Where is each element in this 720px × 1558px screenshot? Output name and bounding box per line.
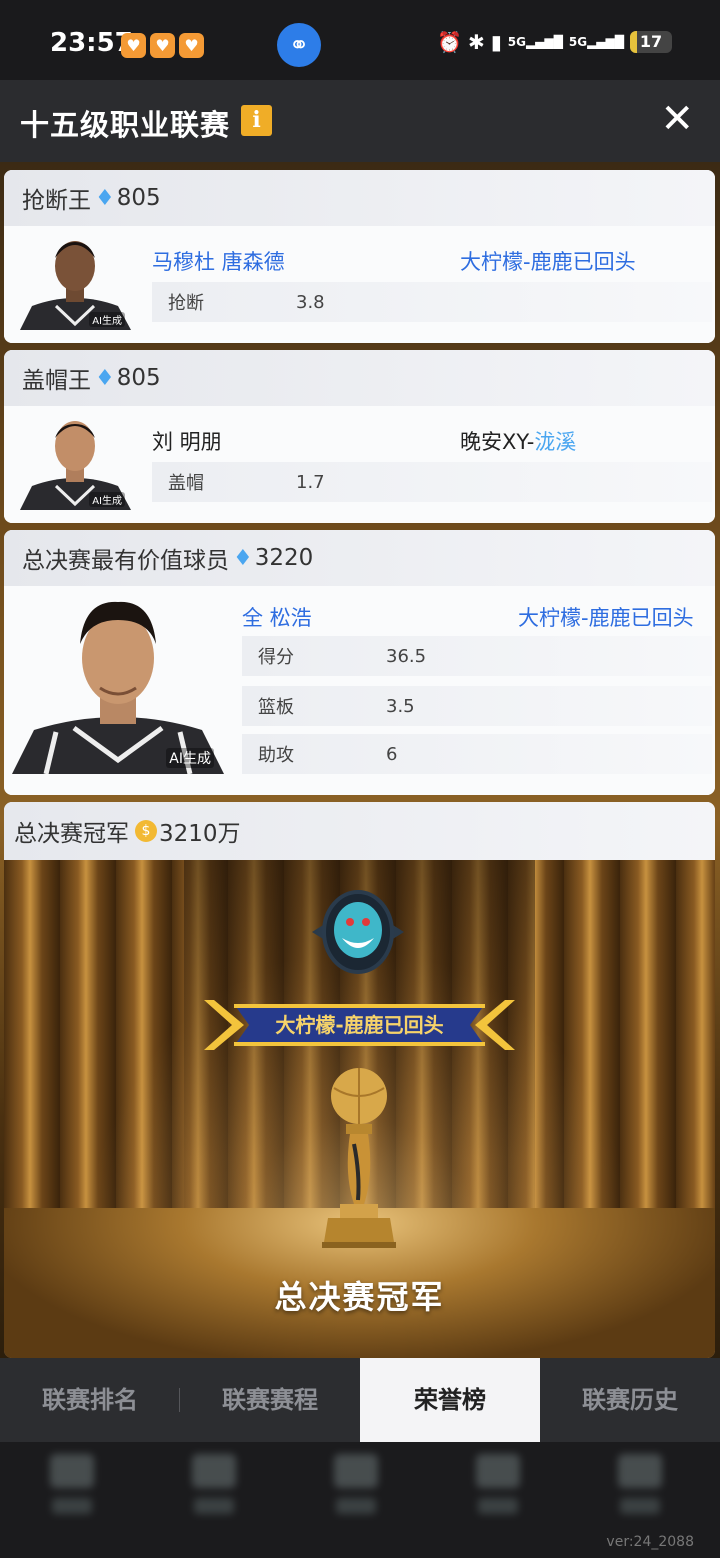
stat-label: 盖帽	[168, 473, 204, 494]
award-header: 总决赛最有价值球员 ♦ 3220	[4, 530, 715, 586]
team-name[interactable]: 大柠檬-鹿鹿已回头	[460, 246, 636, 276]
battery-icon: 17	[630, 31, 672, 53]
player-name[interactable]: 刘 明朋	[152, 426, 222, 456]
player-avatar[interactable]: AI生成	[18, 412, 133, 510]
version-label: ver:24_2088	[606, 1534, 694, 1550]
stat-label: 篮板	[258, 697, 294, 718]
app-notification-icon: ♥	[150, 33, 175, 58]
link-icon[interactable]: ⚭	[277, 23, 321, 67]
stat-row: 盖帽 1.7	[152, 462, 712, 502]
page-header: 十五级职业联赛 i ✕	[0, 80, 720, 162]
award-title: 总决赛最有价值球员	[22, 548, 229, 574]
stat-label: 助攻	[258, 745, 294, 766]
blurred-nav-item	[186, 1454, 242, 1524]
stat-row: 抢断 3.8	[152, 282, 712, 322]
tab-bar: 联赛排名 联赛赛程 荣誉榜 联赛历史	[0, 1358, 720, 1442]
champion-stage: 大柠檬-鹿鹿已回头 总决赛冠军	[4, 860, 715, 1358]
blurred-nav-item	[328, 1454, 384, 1524]
app-notification-icon: ♥	[121, 33, 146, 58]
honor-board: 抢断王 ♦ 805 AI生成 马穆杜 唐森德 大柠檬-鹿鹿已回头 抢断 3.8	[0, 162, 720, 1358]
award-reward: 3210万	[159, 821, 241, 847]
award-card-champion: 总决赛冠军 $ 3210万 大柠檬-鹿鹿已回头 总决赛冠军	[4, 802, 715, 1358]
ai-tag: AI生成	[166, 748, 214, 768]
tab-league-schedule[interactable]: 联赛赛程	[180, 1358, 360, 1442]
page-title: 十五级职业联赛	[20, 108, 231, 142]
stat-label: 得分	[258, 647, 294, 668]
award-body: AI生成 马穆杜 唐森德 大柠檬-鹿鹿已回头 抢断 3.8	[4, 226, 715, 343]
champion-team-banner: 大柠檬-鹿鹿已回头	[204, 998, 515, 1052]
stat-row: 篮板 3.5	[242, 686, 712, 726]
award-card-mvp: 总决赛最有价值球员 ♦ 3220 AI生成 全 松浩 大柠檬-鹿鹿已回头 得分 …	[4, 530, 715, 795]
award-reward: 805	[116, 185, 161, 211]
team-name[interactable]: 大柠檬-鹿鹿已回头	[518, 602, 694, 632]
tab-league-ranking[interactable]: 联赛排名	[0, 1358, 180, 1442]
blurred-nav-item	[470, 1454, 526, 1524]
vibrate-icon: ▮	[490, 30, 502, 54]
player-name[interactable]: 马穆杜 唐森德	[152, 246, 285, 276]
diamond-icon: ♦	[95, 365, 115, 391]
tab-honor-board[interactable]: 荣誉榜	[360, 1358, 540, 1442]
blurred-nav-item	[44, 1454, 100, 1524]
diamond-icon: ♦	[95, 185, 115, 211]
award-header: 盖帽王 ♦ 805	[4, 350, 715, 406]
stat-value: 36.5	[386, 645, 427, 667]
info-icon[interactable]: i	[241, 105, 272, 136]
player-avatar[interactable]: AI生成	[12, 592, 224, 774]
award-header: 抢断王 ♦ 805	[4, 170, 715, 226]
award-card-steal: 抢断王 ♦ 805 AI生成 马穆杜 唐森德 大柠檬-鹿鹿已回头 抢断 3.8	[4, 170, 715, 343]
award-reward: 805	[116, 365, 161, 391]
trophy-icon	[322, 1068, 396, 1248]
award-reward: 3220	[254, 545, 314, 571]
stat-label: 抢断	[168, 293, 204, 314]
ai-tag: AI生成	[89, 312, 125, 327]
team-name[interactable]: 晚安XY-泷溪	[460, 426, 576, 456]
alarm-icon: ⏰	[437, 30, 462, 54]
bluetooth-icon: ✱	[467, 30, 485, 54]
player-name[interactable]: 全 松浩	[242, 602, 312, 632]
diamond-icon: ♦	[233, 545, 253, 571]
player-avatar[interactable]: AI生成	[18, 232, 133, 330]
notification-icons: ♥ ♥ ♥	[121, 33, 204, 58]
stat-row: 助攻 6	[242, 734, 712, 774]
award-body: AI生成 全 松浩 大柠檬-鹿鹿已回头 得分 36.5 篮板 3.5 助攻 6	[4, 586, 715, 795]
stat-value: 3.8	[296, 291, 325, 313]
signal-icon: 5G▂▄▆█	[568, 35, 624, 49]
stat-value: 6	[386, 743, 398, 765]
champion-team-name[interactable]: 大柠檬-鹿鹿已回头	[204, 998, 515, 1052]
tab-league-history[interactable]: 联赛历史	[540, 1358, 720, 1442]
stat-value: 3.5	[386, 695, 415, 717]
stat-value: 1.7	[296, 471, 325, 493]
app-notification-icon: ♥	[179, 33, 204, 58]
status-bar: 23:57 ♥ ♥ ♥ ⚭ ⏰ ✱ ▮ 5G▂▄▆█ 5G▂▄▆█ 17	[0, 0, 720, 80]
bottom-nav-blurred: ver:24_2088	[0, 1442, 720, 1558]
coin-icon: $	[135, 820, 157, 842]
award-header: 总决赛冠军 $ 3210万	[4, 802, 715, 860]
award-title: 总决赛冠军	[14, 821, 129, 847]
team-logo-icon[interactable]	[308, 882, 408, 978]
award-card-block: 盖帽王 ♦ 805 AI生成 刘 明朋 晚安XY-泷溪 盖帽 1.7	[4, 350, 715, 523]
blurred-nav-item	[612, 1454, 668, 1524]
award-title: 抢断王	[22, 188, 91, 214]
award-title: 盖帽王	[22, 368, 91, 394]
ai-tag: AI生成	[89, 492, 125, 507]
award-body: AI生成 刘 明朋 晚安XY-泷溪 盖帽 1.7	[4, 406, 715, 523]
signal-icon: 5G▂▄▆█	[507, 35, 563, 49]
champion-caption: 总决赛冠军	[274, 1278, 445, 1316]
close-icon[interactable]: ✕	[660, 96, 694, 142]
stat-row: 得分 36.5	[242, 636, 712, 676]
status-indicators: ⏰ ✱ ▮ 5G▂▄▆█ 5G▂▄▆█ 17	[437, 30, 672, 54]
